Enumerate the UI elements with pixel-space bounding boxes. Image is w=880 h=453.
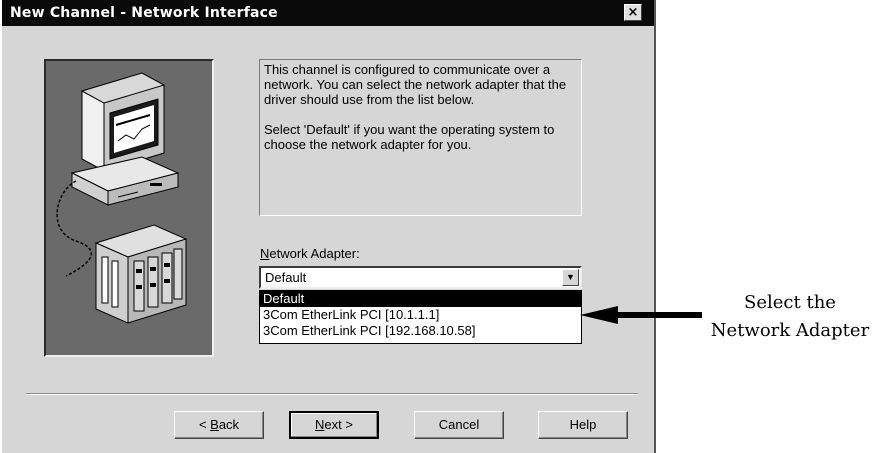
network-adapter-select[interactable]: Default ▼: [259, 266, 582, 289]
adapter-option-3com-1[interactable]: 3Com EtherLink PCI [10.1.1.1]: [260, 307, 581, 323]
adapter-option-3com-2[interactable]: 3Com EtherLink PCI [192.168.10.58]: [260, 323, 581, 339]
adapter-label-text: etwork Adapter:: [269, 246, 360, 261]
window-title: New Channel - Network Interface: [10, 5, 278, 21]
cancel-button-label: Cancel: [438, 417, 480, 432]
description-panel: This channel is configured to communicat…: [259, 59, 582, 216]
cancel-button[interactable]: Cancel: [414, 411, 504, 439]
chevron-down-icon: ▼: [566, 272, 575, 282]
callout-line-2: Network Adapter: [710, 320, 870, 341]
dialog-window: New Channel - Network Interface × This c…: [2, 0, 656, 453]
help-button-label: Help: [569, 417, 597, 432]
dropdown-arrow-button[interactable]: ▼: [562, 269, 579, 286]
next-button-label: ext >: [324, 417, 353, 432]
adapter-dropdown-list: Default 3Com EtherLink PCI [10.1.1.1] 3C…: [259, 290, 582, 344]
back-button[interactable]: < Back: [174, 411, 264, 439]
network-adapter-label: Network Adapter:: [260, 246, 360, 261]
callout-line-1: Select the: [744, 292, 836, 313]
adapter-option-default[interactable]: Default: [260, 291, 581, 307]
monitor-icon: [81, 72, 165, 172]
next-button[interactable]: Next >: [289, 411, 379, 439]
callout-arrow-icon: [580, 306, 702, 324]
close-button[interactable]: ×: [624, 4, 642, 21]
close-icon: ×: [627, 5, 639, 20]
back-button-prefix: <: [198, 417, 211, 432]
description-paragraph-1: This channel is configured to communicat…: [264, 62, 567, 107]
description-paragraph-2: Select 'Default' if you want the operati…: [264, 122, 555, 152]
help-button[interactable]: Help: [538, 411, 628, 439]
button-divider: [26, 393, 638, 395]
selected-adapter-value: Default: [265, 270, 307, 285]
next-button-accelerator: N: [315, 417, 325, 432]
wizard-illustration: [44, 59, 214, 357]
back-button-accelerator: B: [210, 417, 219, 432]
network-cable-icon: [56, 180, 92, 277]
adapter-label-accelerator: N: [260, 246, 270, 261]
computer-network-illustration: [56, 72, 188, 324]
title-bar[interactable]: New Channel - Network Interface ×: [2, 0, 654, 26]
io-rack-icon: [94, 224, 188, 324]
back-button-label: ack: [218, 417, 240, 432]
computer-base-icon: [70, 156, 180, 206]
